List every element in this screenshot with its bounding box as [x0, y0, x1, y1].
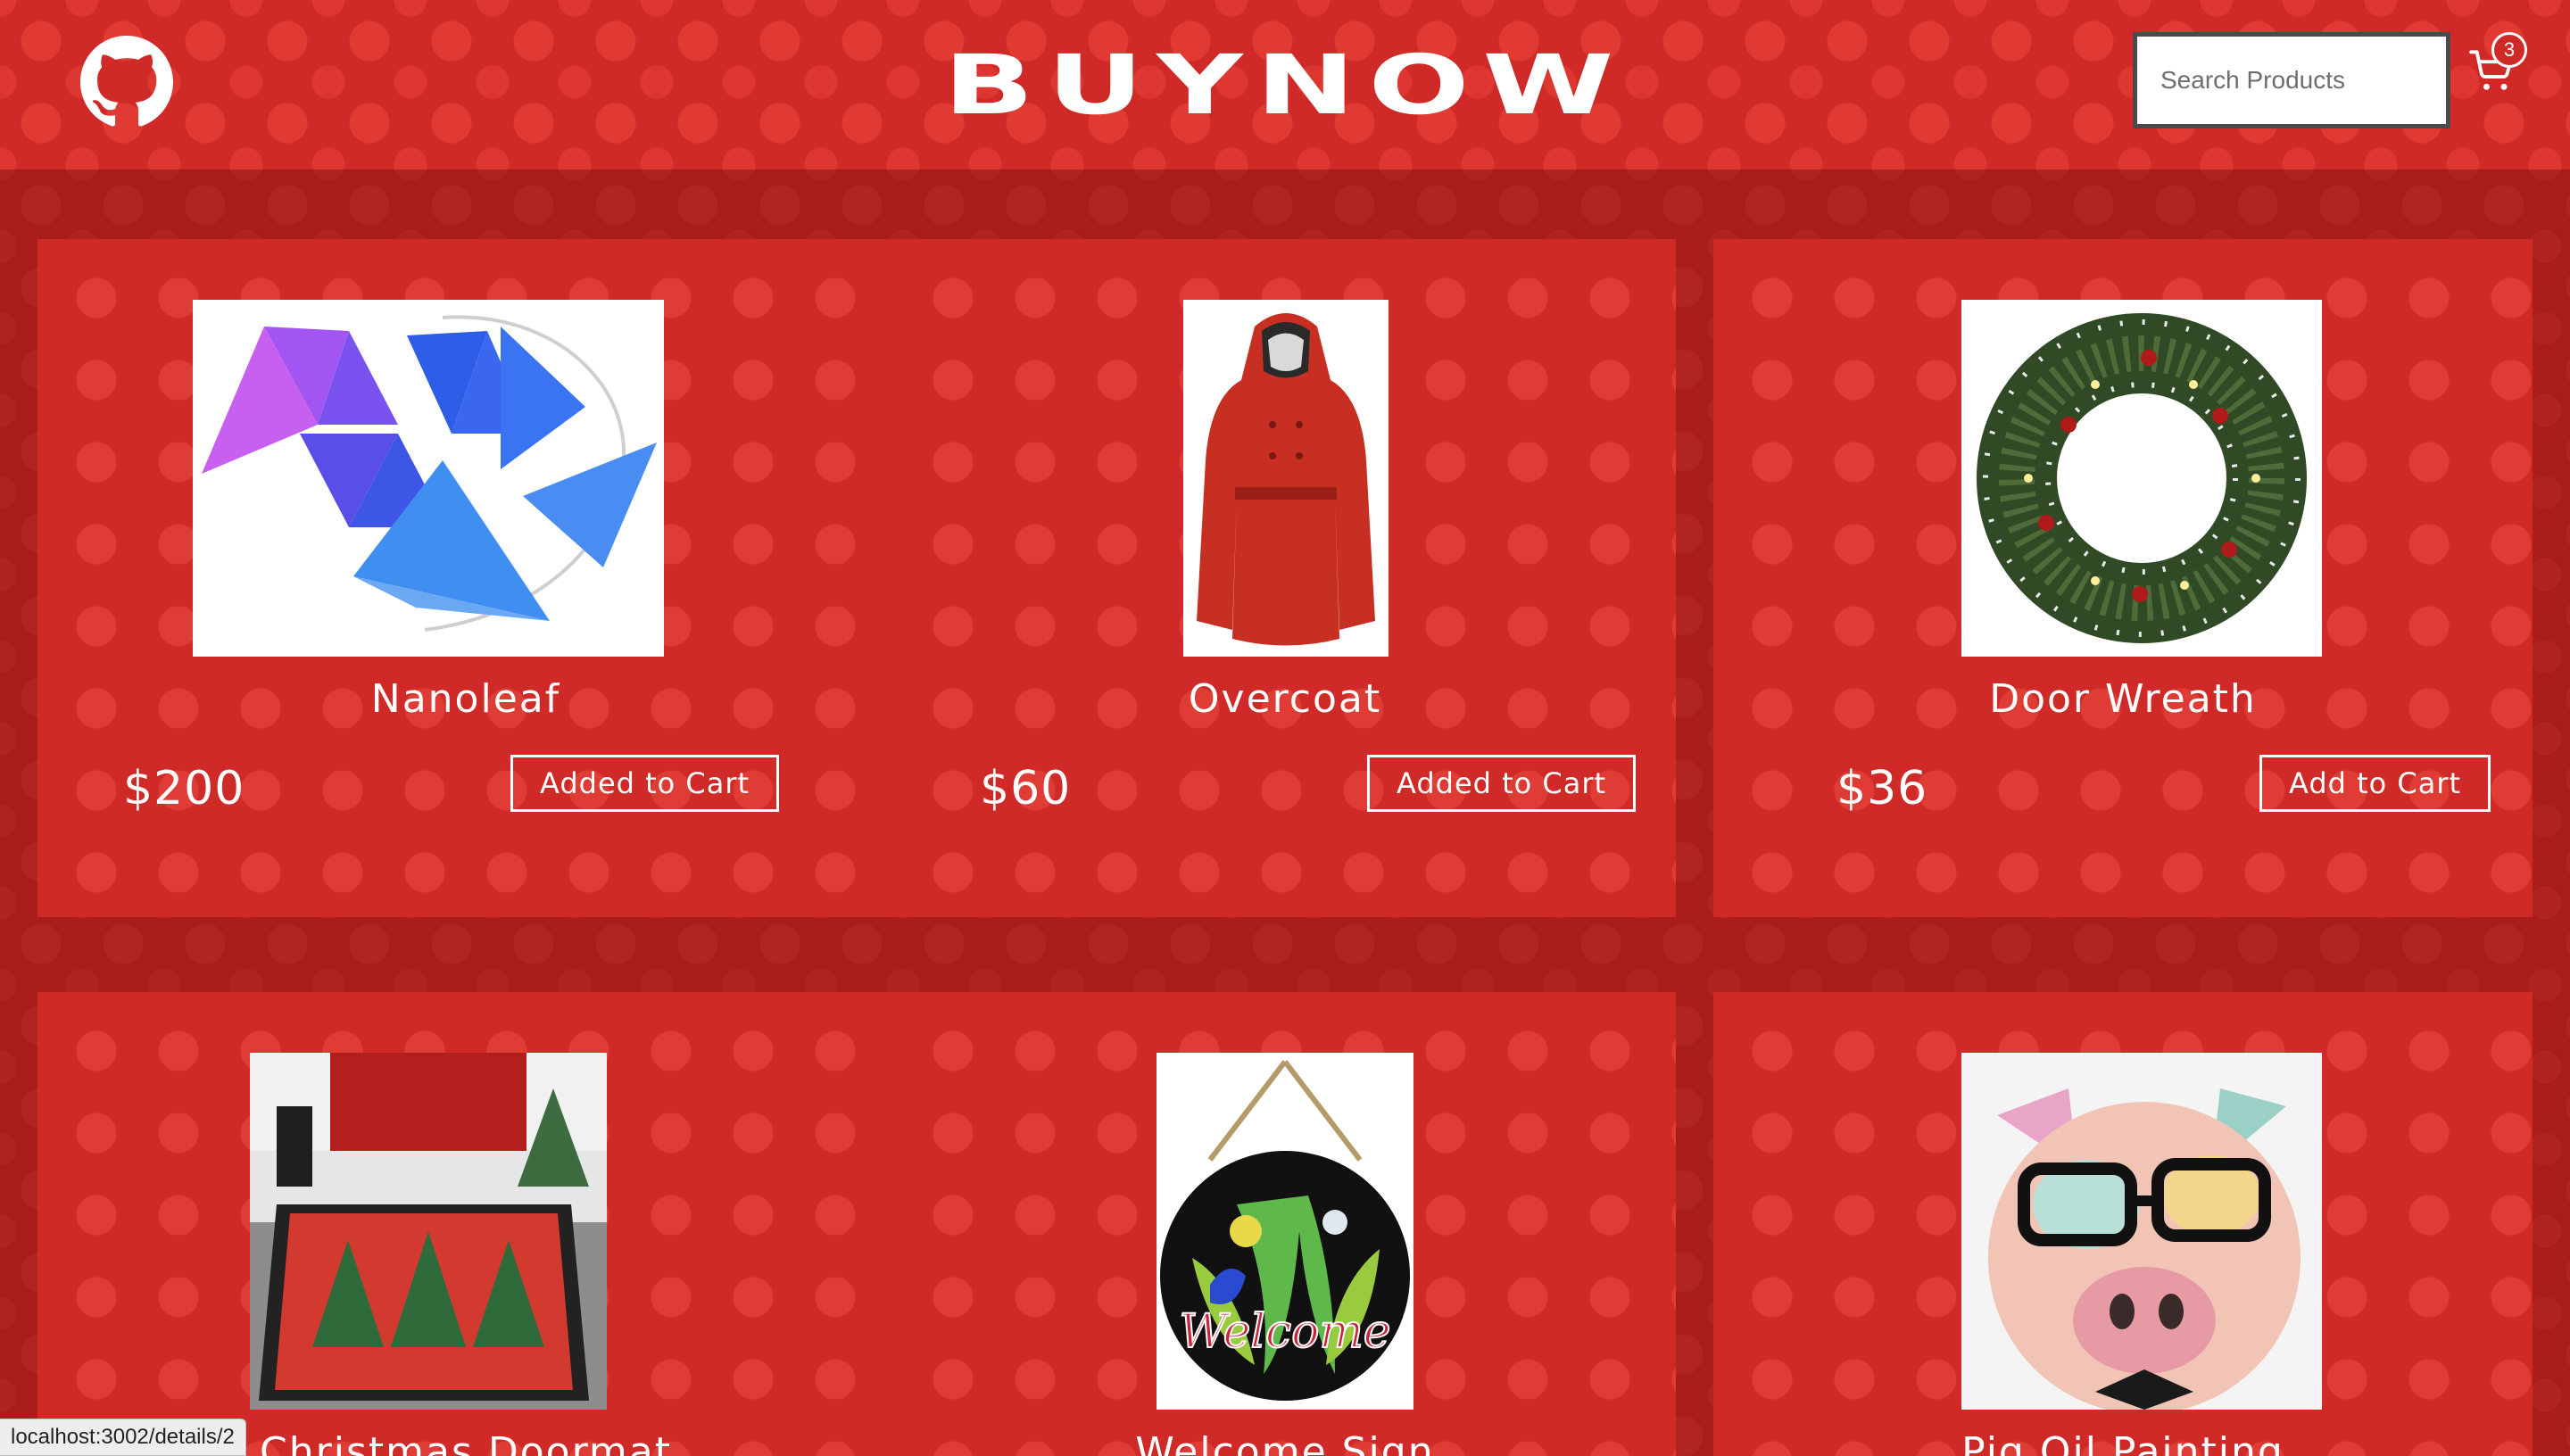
welcome-sign-image: Welcome [1160, 1060, 1410, 1401]
status-bar-url: localhost:3002/details/2 [0, 1419, 246, 1456]
pig-painting-image [1961, 1053, 2322, 1410]
doormat-image [250, 1053, 607, 1410]
add-to-cart-button[interactable]: Added to Cart [510, 755, 780, 812]
product-price: $36 [1836, 762, 1928, 815]
product-name[interactable]: Welcome Sign [894, 1429, 1676, 1456]
product-name[interactable]: Door Wreath [1713, 676, 2533, 722]
product-image[interactable] [1961, 1053, 2322, 1410]
product-card[interactable]: Nanoleaf $200 Added to Cart [37, 239, 894, 917]
product-price: $200 [123, 762, 245, 815]
add-to-cart-button[interactable]: Add to Cart [2259, 755, 2491, 812]
search-input[interactable] [2133, 32, 2450, 128]
wreath-image [1977, 313, 2307, 643]
product-card[interactable]: Overcoat $60 Added to Cart [894, 239, 1676, 917]
product-card[interactable]: Christmas Doormat [37, 992, 894, 1456]
welcome-text: Welcome [1179, 1305, 1390, 1359]
product-image[interactable] [1961, 300, 2322, 657]
product-image[interactable] [193, 300, 664, 657]
product-name[interactable]: Pig Oil Painting [1713, 1429, 2533, 1456]
nanoleaf-image [202, 315, 657, 632]
product-name[interactable]: Nanoleaf [37, 676, 894, 722]
product-card[interactable]: Welcome Welcome Sign [894, 992, 1676, 1456]
site-header: BUYNOW 3 [0, 0, 2570, 170]
product-price: $60 [980, 762, 1072, 815]
product-card[interactable]: Pig Oil Painting [1713, 992, 2533, 1456]
product-card[interactable]: Door Wreath $36 Add to Cart [1713, 239, 2533, 917]
add-to-cart-button[interactable]: Added to Cart [1367, 755, 1637, 812]
product-name[interactable]: Overcoat [894, 676, 1676, 722]
product-image[interactable]: Welcome [1156, 1053, 1414, 1410]
product-image[interactable] [250, 1053, 607, 1410]
product-image[interactable] [1183, 300, 1389, 657]
cart-count-badge: 3 [2491, 32, 2527, 68]
overcoat-image [1197, 313, 1375, 646]
